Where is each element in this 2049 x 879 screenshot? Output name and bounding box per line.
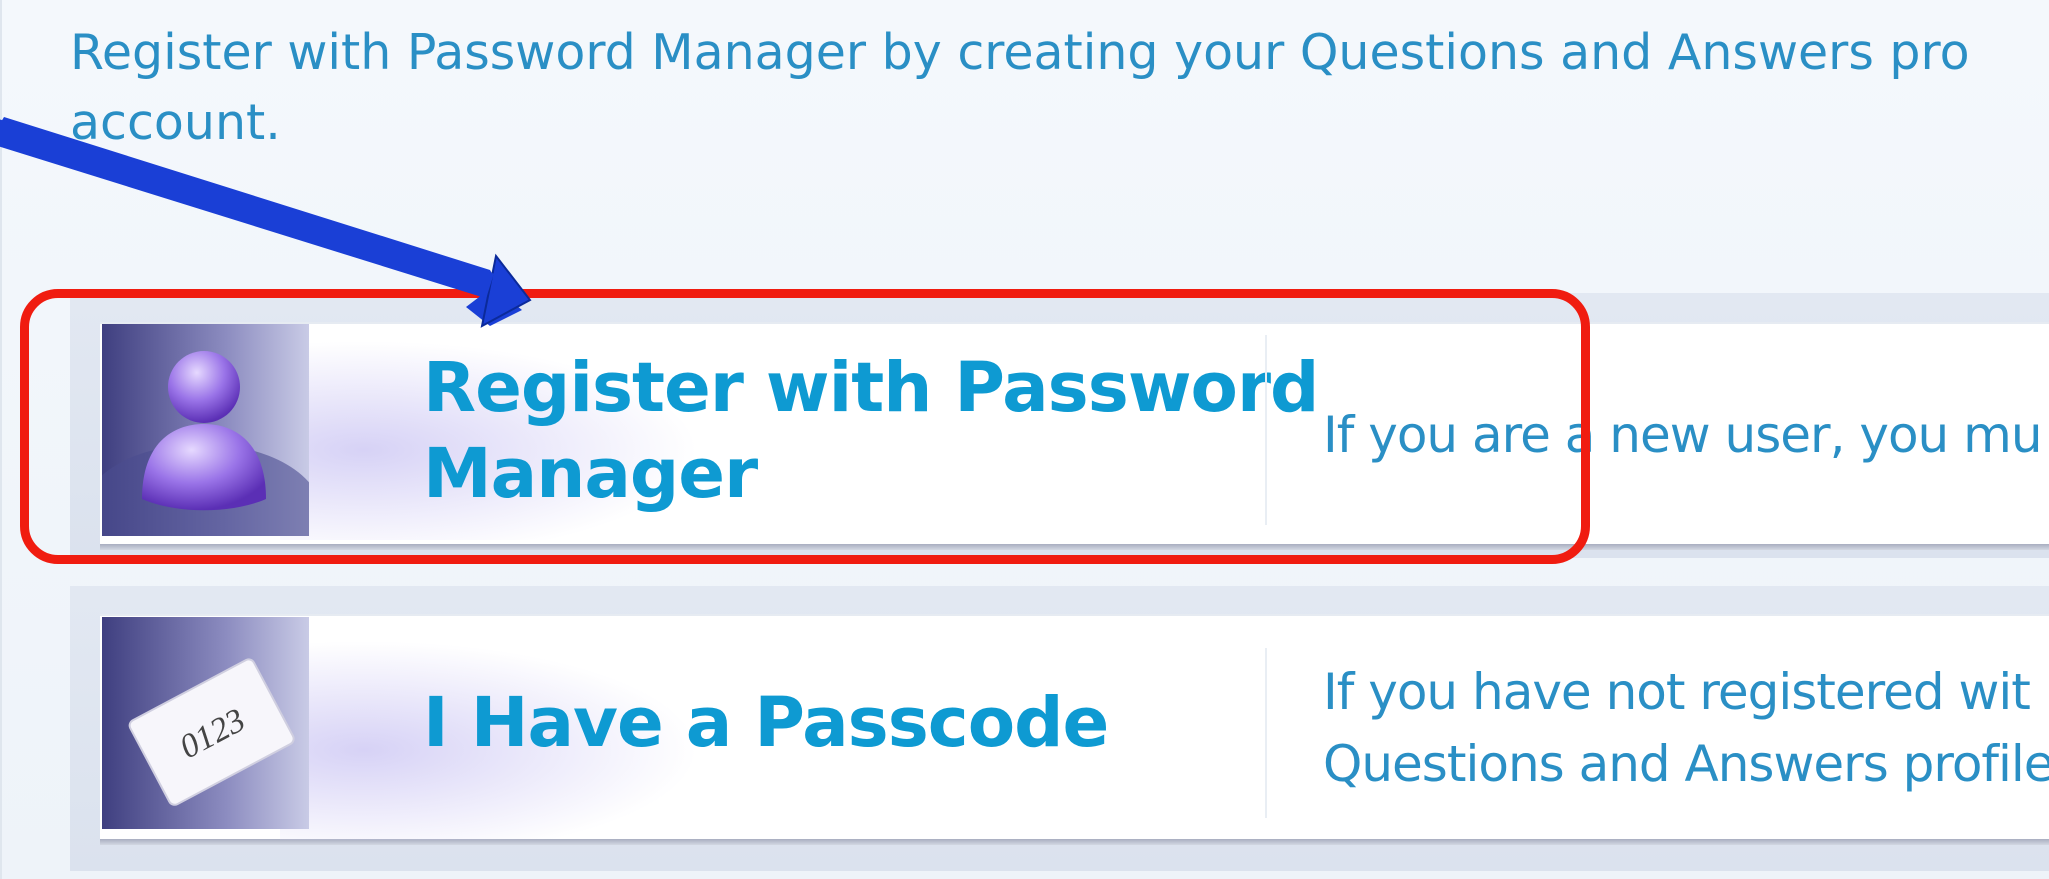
annotation-arrow [0,117,532,328]
